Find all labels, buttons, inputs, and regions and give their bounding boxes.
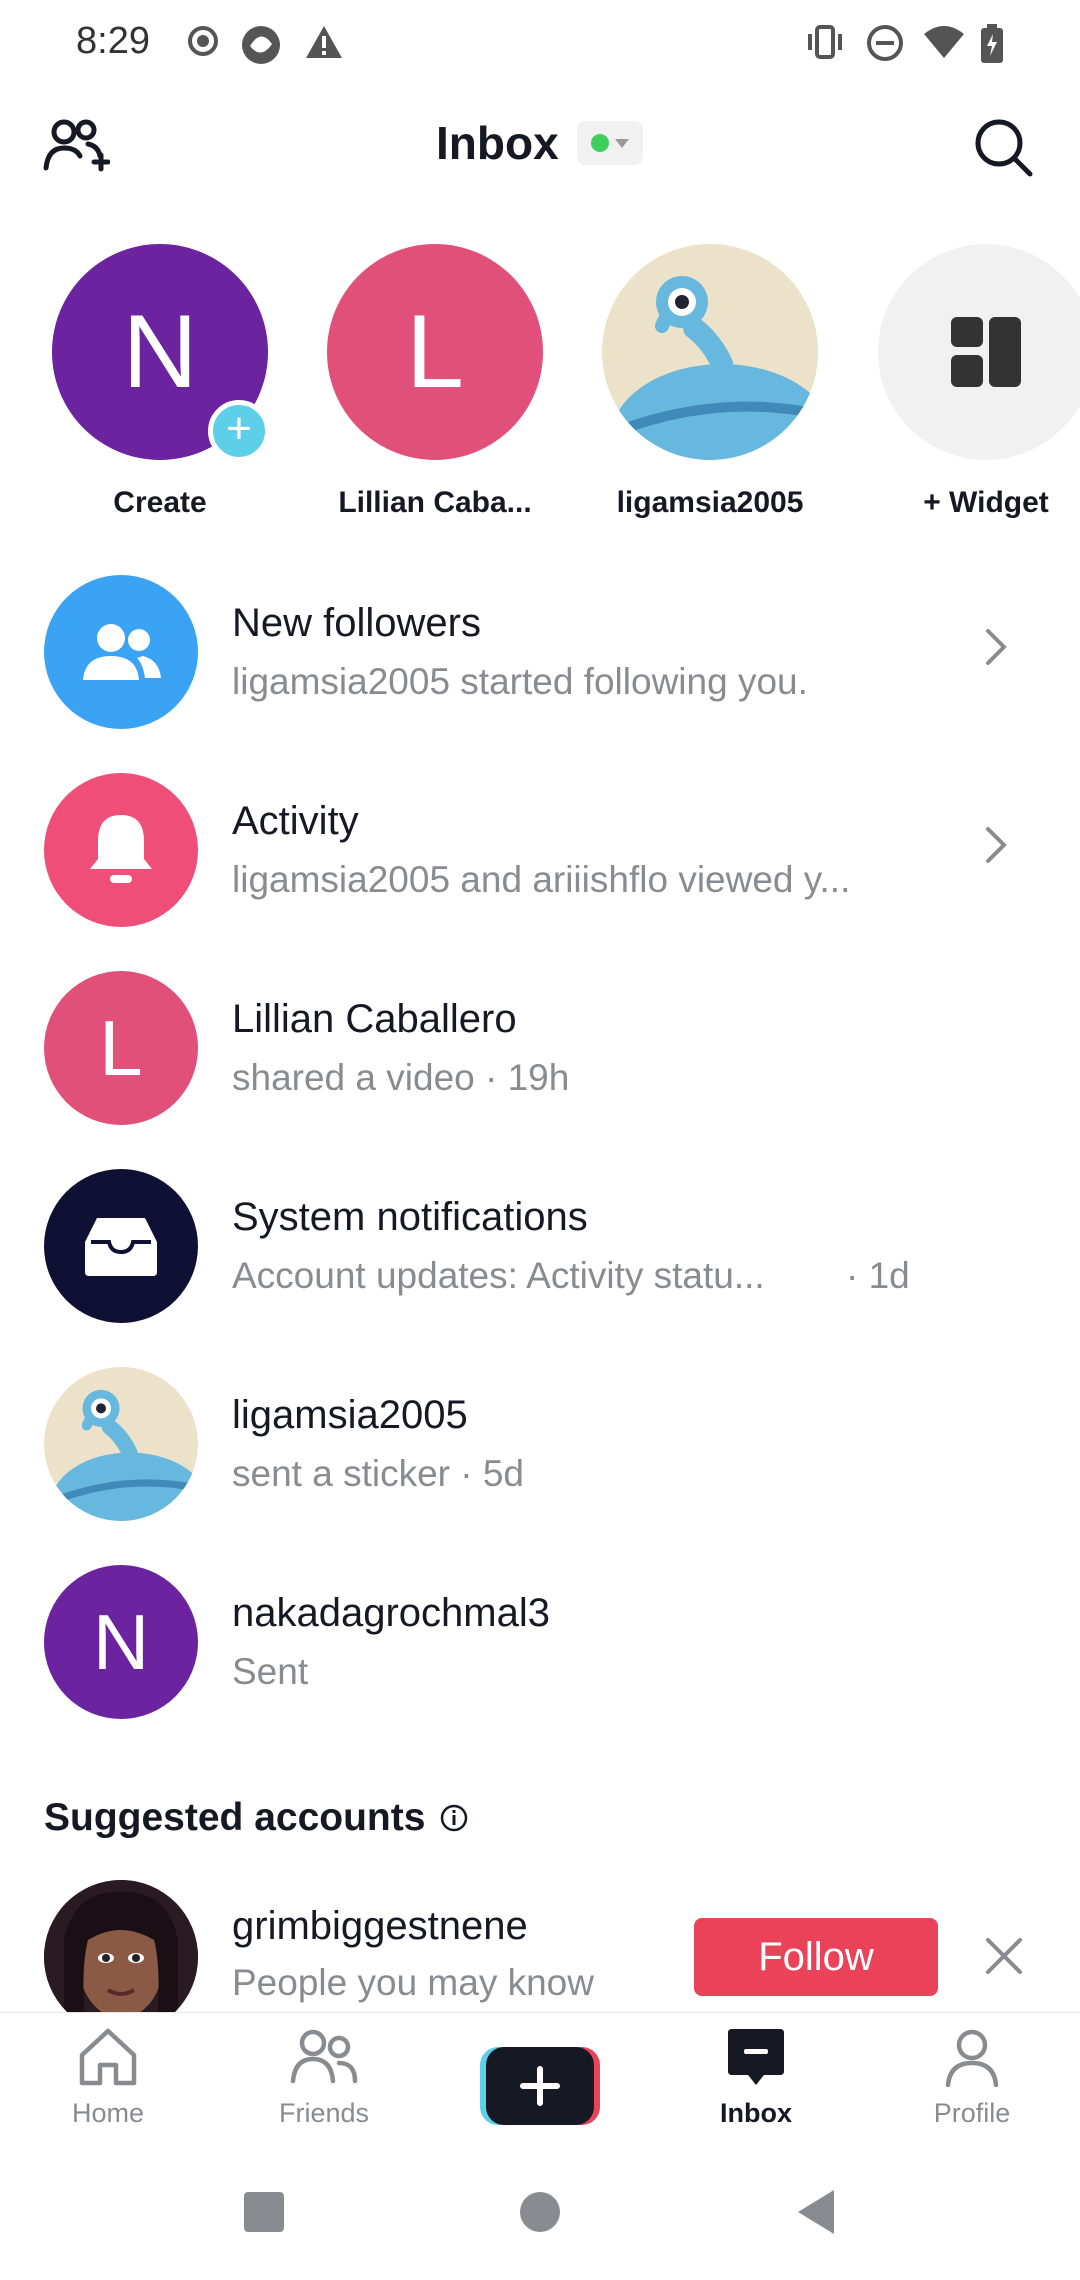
item-subtitle: shared a video · 19h xyxy=(232,1057,570,1098)
avatar xyxy=(602,244,818,460)
story-row: N + Create L Lillian Caba... ligamsia200… xyxy=(0,244,1080,534)
home-system-button[interactable] xyxy=(518,2190,562,2234)
page-title: Inbox xyxy=(436,117,559,169)
avatar xyxy=(878,244,1080,460)
widget-icon xyxy=(951,317,1021,387)
followers-icon xyxy=(83,624,161,680)
account-name: grimbiggestnene xyxy=(232,1904,528,1948)
item-title: System notifications xyxy=(232,1195,588,1239)
list-item-new-followers[interactable]: New followers ligamsia2005 started follo… xyxy=(0,565,1080,763)
friends-icon xyxy=(290,2029,358,2084)
nav-inbox[interactable]: Inbox xyxy=(666,2027,846,2129)
battery-icon xyxy=(981,24,1003,63)
item-subtitle: sent a sticker · 5d xyxy=(232,1453,525,1494)
list-item-activity[interactable]: Activity ligamsia2005 and ariiishflo vie… xyxy=(0,763,1080,961)
item-title: Lillian Caballero xyxy=(232,997,517,1041)
dnd-icon xyxy=(867,25,903,61)
search-icon[interactable] xyxy=(972,116,1034,178)
chevron-right-icon xyxy=(986,827,1007,863)
list-item-nakadagrochmal3[interactable]: N nakadagrochmal3 Sent xyxy=(0,1555,1080,1753)
create-button[interactable] xyxy=(480,2047,600,2125)
profile-photo xyxy=(44,1880,198,2012)
recents-button[interactable] xyxy=(242,2190,286,2234)
suggested-accounts-heading: Suggested accounts xyxy=(44,1796,469,1840)
list-item-ligamsia[interactable]: ligamsia2005 sent a sticker · 5d xyxy=(0,1357,1080,1555)
item-subtitle: ligamsia2005 started following you. xyxy=(232,661,808,702)
item-subtitle: Account updates: Activity statu... xyxy=(232,1255,765,1296)
wifi-icon xyxy=(924,26,964,58)
suggested-account-row[interactable]: grimbiggestnene People you may know Foll… xyxy=(0,1878,1080,2012)
inbox-list: New followers ligamsia2005 started follo… xyxy=(0,565,1080,1753)
avatar: N + xyxy=(52,244,270,462)
bottom-nav: Home Friends Inbox Profile xyxy=(0,2012,1080,2150)
home-icon xyxy=(79,2028,137,2086)
item-title: ligamsia2005 xyxy=(232,1393,468,1437)
caret-down-icon xyxy=(614,138,629,148)
list-item-system-notifications[interactable]: System notifications Account updates: Ac… xyxy=(0,1159,1080,1357)
nav-friends[interactable]: Friends xyxy=(234,2027,414,2129)
story-label: ligamsia2005 xyxy=(616,486,804,519)
add-friends-icon[interactable] xyxy=(42,116,110,176)
nav-profile[interactable]: Profile xyxy=(882,2027,1062,2129)
story-lillian[interactable]: L Lillian Caba... xyxy=(315,244,555,520)
item-subtitle: ligamsia2005 and ariiishflo viewed y... xyxy=(232,859,851,900)
nav-label: Home xyxy=(71,2098,145,2128)
item-subtitle: Sent xyxy=(232,1651,309,1692)
avatar-initial: N xyxy=(92,1597,150,1686)
status-time: 8:29 xyxy=(76,20,150,62)
bell-icon xyxy=(90,815,152,883)
list-item-lillian[interactable]: L Lillian Caballero shared a video · 19h xyxy=(0,961,1080,1159)
avatar-initial: L xyxy=(406,293,464,410)
story-widget[interactable]: + Widget xyxy=(866,244,1080,520)
inbox-icon xyxy=(728,2029,784,2085)
avatar: L xyxy=(44,971,198,1125)
item-title: New followers xyxy=(232,601,481,645)
story-ligamsia[interactable]: ligamsia2005 xyxy=(590,244,830,520)
item-title: Activity xyxy=(232,799,359,843)
info-icon[interactable] xyxy=(439,1803,469,1833)
record-icon xyxy=(188,26,218,56)
alien-avatar-icon xyxy=(610,276,818,460)
story-label: + Widget xyxy=(923,486,1049,519)
avatar xyxy=(44,1169,198,1323)
inbox-title-group[interactable]: Inbox xyxy=(436,116,643,170)
item-title: nakadagrochmal3 xyxy=(232,1591,550,1635)
story-label: Create xyxy=(113,486,207,519)
avatar xyxy=(44,1880,198,2012)
nav-label: Inbox xyxy=(720,2098,792,2128)
alien-avatar-icon xyxy=(49,1389,198,1521)
vibrate-icon xyxy=(808,25,842,59)
header: Inbox xyxy=(0,100,1080,210)
nav-label: Profile xyxy=(933,2098,1011,2128)
avatar-initial: L xyxy=(99,1003,143,1092)
system-nav-bar xyxy=(0,2150,1080,2280)
avatar xyxy=(44,1367,198,1521)
section-title: Suggested accounts xyxy=(44,1796,426,1839)
account-subtitle: People you may know xyxy=(232,1962,594,2003)
story-create[interactable]: N + Create xyxy=(40,244,280,520)
story-label: Lillian Caba... xyxy=(338,486,532,519)
profile-icon xyxy=(945,2029,999,2088)
nav-label: Friends xyxy=(278,2098,370,2128)
follow-button[interactable]: Follow xyxy=(694,1918,938,1996)
back-button[interactable] xyxy=(794,2188,838,2236)
avatar: L xyxy=(327,244,543,460)
nav-home[interactable]: Home xyxy=(18,2027,198,2129)
app-icon xyxy=(242,26,280,64)
status-bar: 8:29 xyxy=(0,0,1080,88)
online-dot xyxy=(590,134,609,152)
item-time: · 1d xyxy=(846,1255,910,1296)
plus-icon: + xyxy=(208,400,270,462)
inbox-tray-icon xyxy=(85,1218,157,1276)
warning-icon xyxy=(306,26,342,58)
chevron-right-icon xyxy=(986,629,1007,665)
close-icon[interactable] xyxy=(984,1936,1024,1976)
avatar-initial: N xyxy=(122,293,198,410)
avatar: N xyxy=(44,1565,198,1719)
avatar xyxy=(44,773,198,927)
avatar xyxy=(44,575,198,729)
online-status-toggle[interactable] xyxy=(576,121,643,165)
